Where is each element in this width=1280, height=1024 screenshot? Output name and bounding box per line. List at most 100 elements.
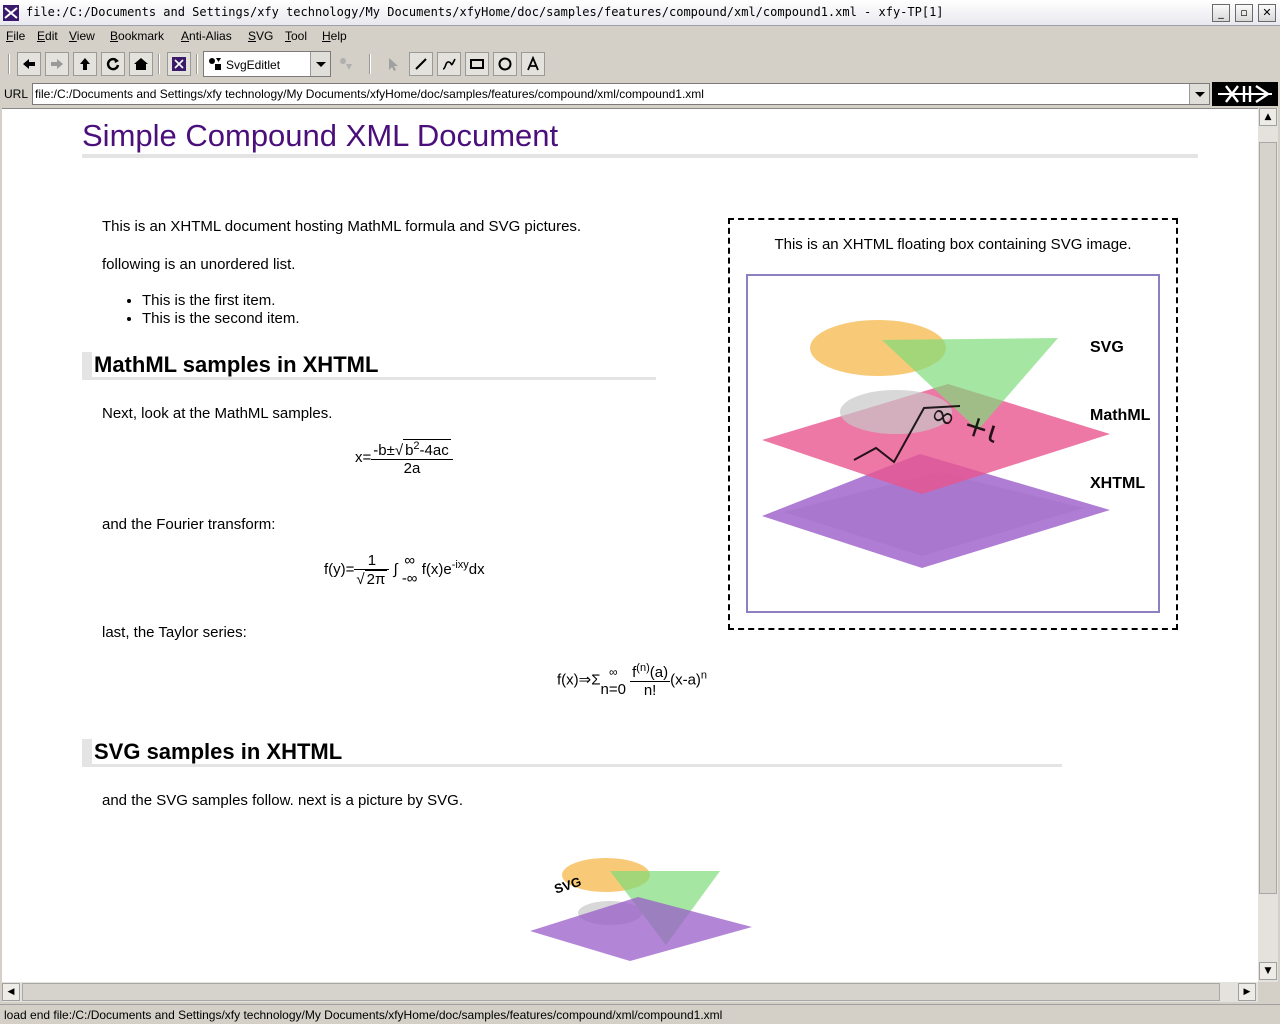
arrow-left-icon xyxy=(23,59,35,69)
formula-exponent: -ixy xyxy=(451,558,469,571)
taylor-intro: last, the Taylor series: xyxy=(102,624,247,641)
menu-anti-alias[interactable]: Anti-Alias xyxy=(181,29,232,43)
formula-numerator-prefix: -b± xyxy=(373,442,395,459)
quadratic-formula: x= -b±√ b2-4ac 2a xyxy=(355,439,453,477)
curve-icon xyxy=(442,58,456,70)
xfy-button[interactable] xyxy=(167,52,191,76)
list-item: This is the first item. xyxy=(142,292,300,310)
layer-diagram: ∞ +ι SVG MathML XHTML xyxy=(762,320,1151,568)
editlet-action-button[interactable] xyxy=(334,52,358,76)
toolbar-separator xyxy=(369,54,371,74)
editlet-select-value: SvgEditlet xyxy=(226,58,281,72)
floating-box: This is an XHTML floating box containing… xyxy=(728,218,1178,630)
menu-edit[interactable]: Edit xyxy=(37,29,58,43)
vertical-scroll-thumb[interactable] xyxy=(1259,142,1277,894)
svg-sample-picture: SVG xyxy=(530,858,752,961)
text-tool-button[interactable] xyxy=(521,52,545,76)
horizontal-scroll-thumb[interactable] xyxy=(22,983,1220,1001)
maximize-button[interactable]: ▫ xyxy=(1235,4,1253,22)
diagram-label-mathml: MathML xyxy=(1090,407,1151,424)
formula-lhs: f(x)⇒Σ xyxy=(557,671,601,689)
scroll-left-button[interactable]: ◀ xyxy=(2,983,20,1001)
up-button[interactable] xyxy=(73,52,97,76)
formula-term: dx xyxy=(468,560,485,578)
dropdown-button[interactable] xyxy=(310,52,330,76)
svg-intro: and the SVG samples follow. next is a pi… xyxy=(102,792,464,809)
fourier-formula: f(y)= 1 √ 2π ∫ ∞ -∞ f(x)e-ixydx xyxy=(324,552,485,588)
editlet-select[interactable]: SvgEditlet xyxy=(203,51,331,77)
toolbar xyxy=(0,48,1280,80)
xfy-icon xyxy=(172,57,186,71)
menu-file[interactable]: File xyxy=(6,29,25,43)
formula-denominator: n! xyxy=(643,682,657,699)
formula-term: f(x)e xyxy=(421,560,452,578)
heading-underline xyxy=(82,764,1062,767)
formula-fraction: f(n)(a) n! xyxy=(630,662,671,699)
pointer-icon xyxy=(389,58,398,71)
heading-marker xyxy=(82,739,92,767)
vertical-scrollbar[interactable]: ▲ ▼ xyxy=(1258,108,1278,982)
reload-button[interactable] xyxy=(101,52,125,76)
unordered-list: This is the first item. This is the seco… xyxy=(102,292,300,328)
formula-exponent: n xyxy=(700,669,708,682)
url-bar: URL xyxy=(0,81,1280,107)
scroll-up-button[interactable]: ▲ xyxy=(1259,108,1277,126)
path-tool-button[interactable] xyxy=(437,52,461,76)
formula-lhs: x= xyxy=(355,448,372,466)
floating-box-text: This is an XHTML floating box containing… xyxy=(774,236,1132,253)
menu-bookmark[interactable]: Bookmark xyxy=(110,29,164,43)
url-label: URL xyxy=(4,87,29,101)
mathml-intro: Next, look at the MathML samples. xyxy=(102,405,333,422)
status-text: load end file:/C:/Documents and Settings… xyxy=(4,1008,723,1022)
formula-fraction: -b±√ b2-4ac 2a xyxy=(371,439,453,477)
svg-small-label: SVG xyxy=(552,874,583,897)
status-bar: load end file:/C:/Documents and Settings… xyxy=(0,1004,1280,1024)
integral-upper: ∞ xyxy=(404,552,416,569)
url-history-button[interactable] xyxy=(1189,84,1209,104)
menu-tool[interactable]: Tool xyxy=(285,29,307,43)
line-tool-button[interactable] xyxy=(409,52,433,76)
rectangle-icon xyxy=(470,59,484,69)
list-item: This is the second item. xyxy=(142,310,300,328)
fourier-intro: and the Fourier transform: xyxy=(102,516,276,533)
page-title: Simple Compound XML Document xyxy=(82,118,559,153)
menu-view[interactable]: View xyxy=(69,29,95,43)
mathml-heading: MathML samples in XHTML xyxy=(94,352,379,377)
list-intro-paragraph: following is an unordered list. xyxy=(102,256,296,273)
integral-sign: ∫ xyxy=(393,560,398,578)
taylor-formula: f(x)⇒Σ ∞ n=0 f(n)(a) n! (x-a)n xyxy=(557,662,707,699)
toolbar-separator xyxy=(158,54,160,74)
close-button[interactable]: ✕ xyxy=(1258,4,1276,22)
formula-denominator: 2a xyxy=(403,460,421,477)
formula-lhs: f(y)= xyxy=(324,560,355,578)
sum-limits: ∞ n=0 xyxy=(601,663,626,699)
formula-exponent: (n) xyxy=(636,662,650,674)
title-bar: file:/C:/Documents and Settings/xfy tech… xyxy=(0,0,1280,26)
home-button[interactable] xyxy=(129,52,153,76)
select-tool-button[interactable] xyxy=(381,52,405,76)
formula-denominator: √ 2π xyxy=(356,570,388,588)
rect-tool-button[interactable] xyxy=(465,52,489,76)
diagram-label-xhtml: XHTML xyxy=(1090,475,1145,492)
horizontal-scrollbar[interactable]: ◀ ▶ xyxy=(2,982,1258,1002)
formula-numerator: f(n)(a) xyxy=(630,662,671,682)
url-input[interactable] xyxy=(33,84,1189,104)
integral-limits: ∞ -∞ xyxy=(402,552,418,588)
chevron-down-icon xyxy=(1195,92,1205,97)
xfy-logo xyxy=(1212,82,1278,106)
scroll-right-button[interactable]: ▶ xyxy=(1238,983,1256,1001)
menu-svg[interactable]: SVG xyxy=(248,29,273,43)
formula-fraction: 1 √ 2π xyxy=(354,552,390,588)
toolbar-separator xyxy=(8,54,10,74)
sum-lower: n=0 xyxy=(600,680,626,698)
arrow-up-icon xyxy=(80,58,90,70)
menu-help[interactable]: Help xyxy=(322,29,347,43)
window-title: file:/C:/Documents and Settings/xfy tech… xyxy=(26,5,944,19)
forward-button[interactable] xyxy=(45,52,69,76)
back-button[interactable] xyxy=(17,52,41,76)
arrow-right-icon xyxy=(51,59,63,69)
ellipse-tool-button[interactable] xyxy=(493,52,517,76)
heading-underline xyxy=(82,377,656,380)
scroll-down-button[interactable]: ▼ xyxy=(1259,962,1277,980)
minimize-button[interactable]: _ xyxy=(1212,4,1230,22)
